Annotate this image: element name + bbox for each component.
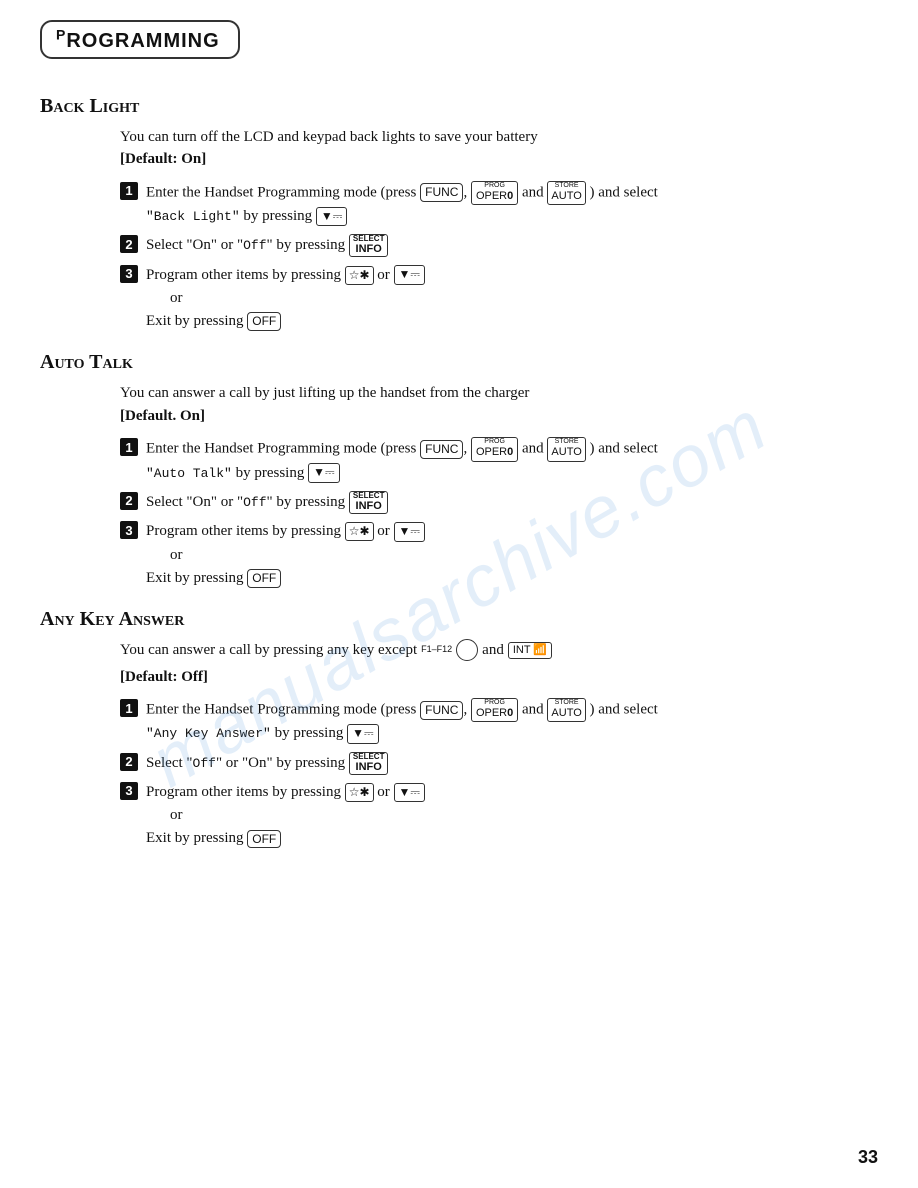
- section-auto-talk: Auto Talk You can answer a call by just …: [40, 351, 878, 590]
- scroll-btn-aka3: ▼⎓: [394, 783, 425, 803]
- store-auto-key-aka1: STOREAUTO: [547, 698, 585, 722]
- select-info-btn-aka2: SELECT INFO: [349, 752, 389, 775]
- step-aka-1: 1 Enter the Handset Programming mode (pr…: [120, 698, 868, 746]
- gs-star-btn: ☆✱: [345, 266, 374, 285]
- section-intro-any-key-answer: You can answer a call by pressing any ke…: [120, 639, 878, 688]
- select-info-btn-bl2: SELECT INFO: [349, 234, 389, 257]
- func-key-aka1: FUNC: [420, 701, 463, 720]
- scroll-btn-bl3: ▼⎓: [394, 265, 425, 285]
- section-title-auto-talk: Auto Talk: [40, 351, 878, 374]
- step-aka-2: 2 Select "Off" or "On" by pressing SELEC…: [120, 752, 868, 775]
- scroll-down-btn: ▼⎓: [316, 207, 347, 227]
- int-btn: INT 📶: [508, 642, 552, 659]
- and-text-at1: and: [522, 441, 544, 457]
- and-text-aka: and: [482, 639, 504, 662]
- section-intro-back-light: You can turn off the LCD and keypad back…: [120, 126, 878, 171]
- step-bl-2: 2 Select "On" or "Off" by pressing SELEC…: [120, 234, 868, 257]
- page-header: PROGRAMMING: [40, 20, 240, 59]
- header-title: PROGRAMMING: [56, 30, 220, 52]
- f1-f12-circle: [456, 639, 478, 661]
- and-text-1: and: [522, 184, 544, 200]
- page-number: 33: [858, 1147, 878, 1168]
- step-bl-1: 1 Enter the Handset Programming mode (pr…: [120, 181, 868, 229]
- and-text-aka1: and: [522, 702, 544, 718]
- oper-key-at1: PROGOPER0: [471, 437, 518, 461]
- select-info-btn-at2: SELECT INFO: [349, 491, 389, 514]
- section-any-key-answer: Any Key Answer You can answer a call by …: [40, 608, 878, 851]
- scroll-btn-at3: ▼⎓: [394, 522, 425, 542]
- scroll-btn-at1: ▼⎓: [308, 463, 339, 483]
- step-bl-3: 3 Program other items by pressing ☆✱ or …: [120, 264, 868, 334]
- step-aka-3: 3 Program other items by pressing ☆✱ or …: [120, 781, 868, 851]
- store-auto-key: STOREAUTO: [547, 181, 585, 205]
- func-key-at1: FUNC: [420, 440, 463, 459]
- func-key: FUNC: [420, 183, 463, 202]
- off-btn-at3: OFF: [247, 569, 281, 588]
- step-at-1: 1 Enter the Handset Programming mode (pr…: [120, 437, 868, 485]
- section-intro-auto-talk: You can answer a call by just lifting up…: [120, 382, 878, 427]
- oper-key: PROGOPER0: [471, 181, 518, 205]
- section-back-light: Back Light You can turn off the LCD and …: [40, 95, 878, 334]
- store-auto-key-at1: STOREAUTO: [547, 437, 585, 461]
- scroll-btn-aka1: ▼⎓: [347, 724, 378, 744]
- off-btn-bl3: OFF: [247, 312, 281, 331]
- oper-key-aka1: PROGOPER0: [471, 698, 518, 722]
- off-btn-aka3: OFF: [247, 830, 281, 849]
- step-at-2: 2 Select "On" or "Off" by pressing SELEC…: [120, 491, 868, 514]
- section-title-back-light: Back Light: [40, 95, 878, 118]
- step-at-3: 3 Program other items by pressing ☆✱ or …: [120, 520, 868, 590]
- section-title-any-key-answer: Any Key Answer: [40, 608, 878, 631]
- gs-star-btn-at3: ☆✱: [345, 522, 374, 541]
- gs-star-btn-aka3: ☆✱: [345, 783, 374, 802]
